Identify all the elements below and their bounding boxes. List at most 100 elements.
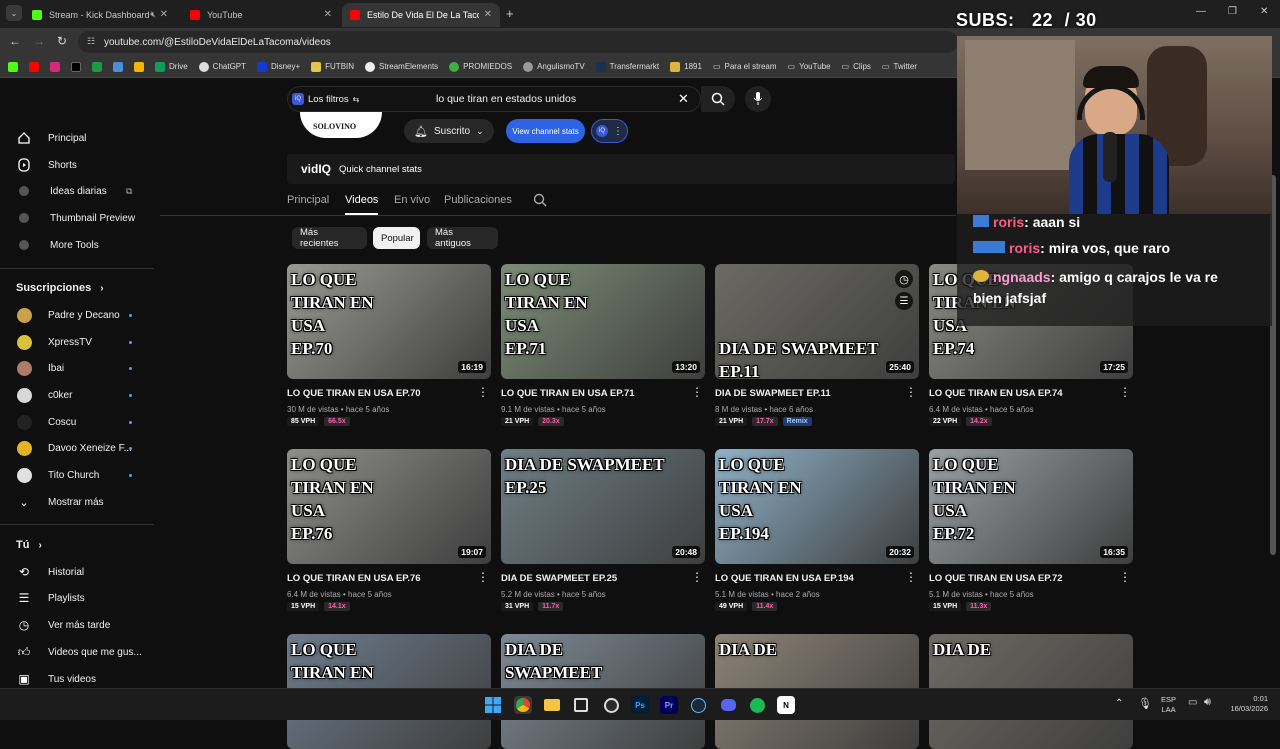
volume-icon[interactable]: 🔊︎ bbox=[1204, 696, 1211, 709]
tab-publicaciones[interactable]: Publicaciones bbox=[444, 194, 512, 206]
sidebar-item-subscription[interactable]: Davoo Xeneize F... bbox=[0, 435, 150, 461]
browser-tab-kick[interactable]: Stream - Kick Dashboard 🔇︎ ✕ bbox=[24, 3, 176, 27]
sidebar-item-ideas-diarias[interactable]: Ideas diarias ⧉ bbox=[0, 178, 150, 204]
start-button[interactable] bbox=[484, 696, 502, 714]
file-explorer-button[interactable] bbox=[543, 696, 561, 714]
view-channel-stats-button[interactable]: View channel stats bbox=[506, 119, 585, 143]
sidebar-item-subscription[interactable]: c0ker bbox=[0, 382, 150, 408]
you-heading[interactable]: Tú › bbox=[16, 539, 42, 551]
back-icon[interactable]: ← bbox=[9, 34, 21, 48]
tab-en-vivo[interactable]: En vivo bbox=[394, 194, 430, 206]
cloud-icon[interactable] bbox=[113, 61, 123, 72]
sidebar-item-thumbnail-preview[interactable]: Thumbnail Preview bbox=[0, 205, 150, 231]
video-card[interactable]: DIA DE SWAPMEET EP.25 20:48 DIA DE SWAPMEE… bbox=[501, 449, 705, 611]
bookmark-transfermarkt[interactable]: Transfermarkt bbox=[595, 61, 659, 72]
video-card[interactable]: LO QUE TIRAN EN USA EP.72 16:35 LO QUE TIR… bbox=[929, 449, 1133, 611]
video-title[interactable]: DIA DE SWAPMEET EP.25 bbox=[501, 573, 686, 584]
video-thumbnail[interactable]: LO QUE TIRAN EN USA EP.76 19:07 bbox=[287, 449, 491, 564]
sidebar-item-subscription[interactable]: Padre y Decano bbox=[0, 302, 150, 328]
bookmark-streamelements[interactable]: StreamElements bbox=[365, 61, 438, 72]
language-indicator[interactable]: ESP LAA bbox=[1161, 695, 1176, 715]
add-to-queue-icon[interactable]: ☰ bbox=[895, 292, 913, 310]
more-actions-icon[interactable]: ⋮ bbox=[1119, 571, 1131, 583]
video-thumbnail[interactable]: DIA DE SWAPMEET EP.25 20:48 bbox=[501, 449, 705, 564]
bookmark-1891[interactable]: 1891 bbox=[670, 61, 702, 72]
bookmark-drive[interactable]: Drive bbox=[155, 61, 188, 72]
close-window-icon[interactable]: ✕ bbox=[1260, 6, 1268, 17]
sort-chip-popular[interactable]: Popular bbox=[373, 227, 420, 249]
close-tab-icon[interactable]: ✕ bbox=[484, 9, 492, 20]
chevron-up-icon[interactable]: ⌃ bbox=[1115, 698, 1123, 709]
browser-tab-channel[interactable]: Estilo De Vida El De La Tacoma ✕ bbox=[342, 3, 500, 27]
voice-search-button[interactable] bbox=[745, 86, 771, 112]
remix-badge[interactable]: Remix bbox=[782, 417, 812, 426]
video-thumbnail[interactable]: DIA DE SWAPMEET EP.11 25:40 ◷ ☰ bbox=[715, 264, 919, 379]
sidebar-item-subscription[interactable]: Coscu bbox=[0, 409, 150, 435]
channel-search-icon[interactable] bbox=[533, 193, 547, 207]
watch-later-icon[interactable]: ◷ bbox=[895, 270, 913, 288]
sort-chip-recientes[interactable]: Más recientes bbox=[292, 227, 367, 249]
video-title[interactable]: LO QUE TIRAN EN USA EP.72 bbox=[929, 573, 1114, 584]
video-title[interactable]: LO QUE TIRAN EN USA EP.70 bbox=[287, 388, 472, 399]
bookmark-promiedos[interactable]: PROMIEDOS bbox=[449, 61, 512, 72]
steam-button[interactable] bbox=[689, 696, 707, 714]
premiere-button[interactable]: Pr bbox=[660, 696, 678, 714]
vidiq-quick-stats-bar[interactable]: vidIQ Quick channel stats bbox=[287, 154, 955, 184]
subscribe-button[interactable]: 🔔︎ Suscrito ⌄ bbox=[404, 119, 494, 143]
tab-videos[interactable]: Videos bbox=[345, 194, 378, 206]
bookmark-folder-clips[interactable]: ▭ Clips bbox=[842, 62, 871, 71]
video-card[interactable]: LO QUE TIRAN EN USA EP.70 16:19 LO QUE TIR… bbox=[287, 264, 491, 426]
spotify-button[interactable] bbox=[748, 696, 766, 714]
tab-principal[interactable]: Principal bbox=[287, 194, 329, 206]
more-actions-icon[interactable]: ⋮ bbox=[691, 571, 703, 583]
subscriptions-heading[interactable]: Suscripciones › bbox=[16, 282, 104, 294]
site-info-icon[interactable]: ☷ bbox=[87, 36, 95, 47]
bookmark-folder-youtube[interactable]: ▭ YouTube bbox=[788, 62, 831, 71]
search-input[interactable]: lo que tiran en estados unidos bbox=[436, 93, 576, 105]
bookmark-folder-stream[interactable]: ▭ Para el stream bbox=[713, 62, 777, 71]
video-card[interactable]: LO QUE TIRAN EN USA EP.76 19:07 LO QUE TIR… bbox=[287, 449, 491, 611]
video-card[interactable]: LO QUE TIRAN EN USA EP.71 13:20 LO QUE TIR… bbox=[501, 264, 705, 426]
sidebar-item-subscription[interactable]: Ibai bbox=[0, 355, 150, 381]
video-card[interactable]: LO QUE TIRAN EN USA EP.194 20:32 LO QUE TI… bbox=[715, 449, 919, 611]
clock[interactable]: 0:01 16/03/2026 bbox=[1224, 694, 1268, 714]
vidiq-filters-button[interactable]: iQ Los filtros ⇆ bbox=[292, 90, 359, 108]
microphone-icon[interactable]: 🎙︎ bbox=[1138, 697, 1152, 710]
video-title[interactable]: LO QUE TIRAN EN USA EP.74 bbox=[929, 388, 1114, 399]
maximize-icon[interactable]: ❐ bbox=[1228, 6, 1237, 17]
more-actions-icon[interactable]: ⋮ bbox=[905, 571, 917, 583]
sidebar-item-subscription[interactable]: Tito Church bbox=[0, 462, 150, 488]
bookmark-chatgpt[interactable]: ChatGPT bbox=[198, 61, 246, 72]
video-title[interactable]: DIA DE SWAPMEET EP.11 bbox=[715, 388, 900, 399]
video-thumbnail[interactable]: LO QUE TIRAN EN USA EP.72 16:35 bbox=[929, 449, 1133, 564]
bookmark-angulismotv[interactable]: AngulismoTV bbox=[523, 61, 585, 72]
more-actions-icon[interactable]: ⋮ bbox=[477, 571, 489, 583]
kick-icon[interactable] bbox=[8, 61, 18, 72]
bookmark-futbin[interactable]: FUTBIN bbox=[311, 61, 354, 72]
network-icon[interactable]: ▭ bbox=[1188, 697, 1197, 708]
show-more-button[interactable]: ⌄ Mostrar más bbox=[0, 489, 150, 515]
more-actions-icon[interactable]: ⋮ bbox=[691, 386, 703, 398]
browser-tab-youtube[interactable]: YouTube ✕ bbox=[182, 3, 340, 27]
clear-search-icon[interactable]: ✕ bbox=[678, 91, 689, 107]
video-thumbnail[interactable]: LO QUE TIRAN EN USA EP.70 16:19 bbox=[287, 264, 491, 379]
bookmark-disney[interactable]: Disney+ bbox=[257, 61, 300, 72]
address-bar[interactable]: ☷ youtube.com/@EstiloDeVidaElDeLaTacoma/… bbox=[78, 31, 958, 53]
photoshop-button[interactable]: Ps bbox=[631, 696, 649, 714]
video-title[interactable]: LO QUE TIRAN EN USA EP.76 bbox=[287, 573, 472, 584]
video-card[interactable]: DIA DE SWAPMEET EP.11 25:40 ◷ ☰ DIA DE SWAPM… bbox=[715, 264, 919, 426]
sidebar-item-historial[interactable]: ⟲ Historial bbox=[0, 559, 150, 585]
sidebar-item-playlists[interactable]: ☰ Playlists bbox=[0, 585, 150, 611]
x-icon[interactable] bbox=[71, 61, 81, 72]
mute-icon[interactable]: 🔇︎ bbox=[150, 9, 156, 20]
sidebar-item-ver-mas-tarde[interactable]: ◷ Ver más tarde bbox=[0, 612, 150, 638]
instagram-icon[interactable] bbox=[50, 61, 60, 72]
tab-list-chevron-icon[interactable]: ⌄ bbox=[6, 5, 22, 21]
video-title[interactable]: LO QUE TIRAN EN USA EP.194 bbox=[715, 573, 900, 584]
obs-button[interactable] bbox=[602, 696, 620, 714]
bookmark-26-icon[interactable] bbox=[92, 61, 102, 72]
sort-chip-antiguos[interactable]: Más antiguos bbox=[427, 227, 498, 249]
youtube-icon[interactable] bbox=[29, 61, 39, 72]
discord-button[interactable] bbox=[719, 696, 737, 714]
video-thumbnail[interactable]: LO QUE TIRAN EN USA EP.71 13:20 bbox=[501, 264, 705, 379]
